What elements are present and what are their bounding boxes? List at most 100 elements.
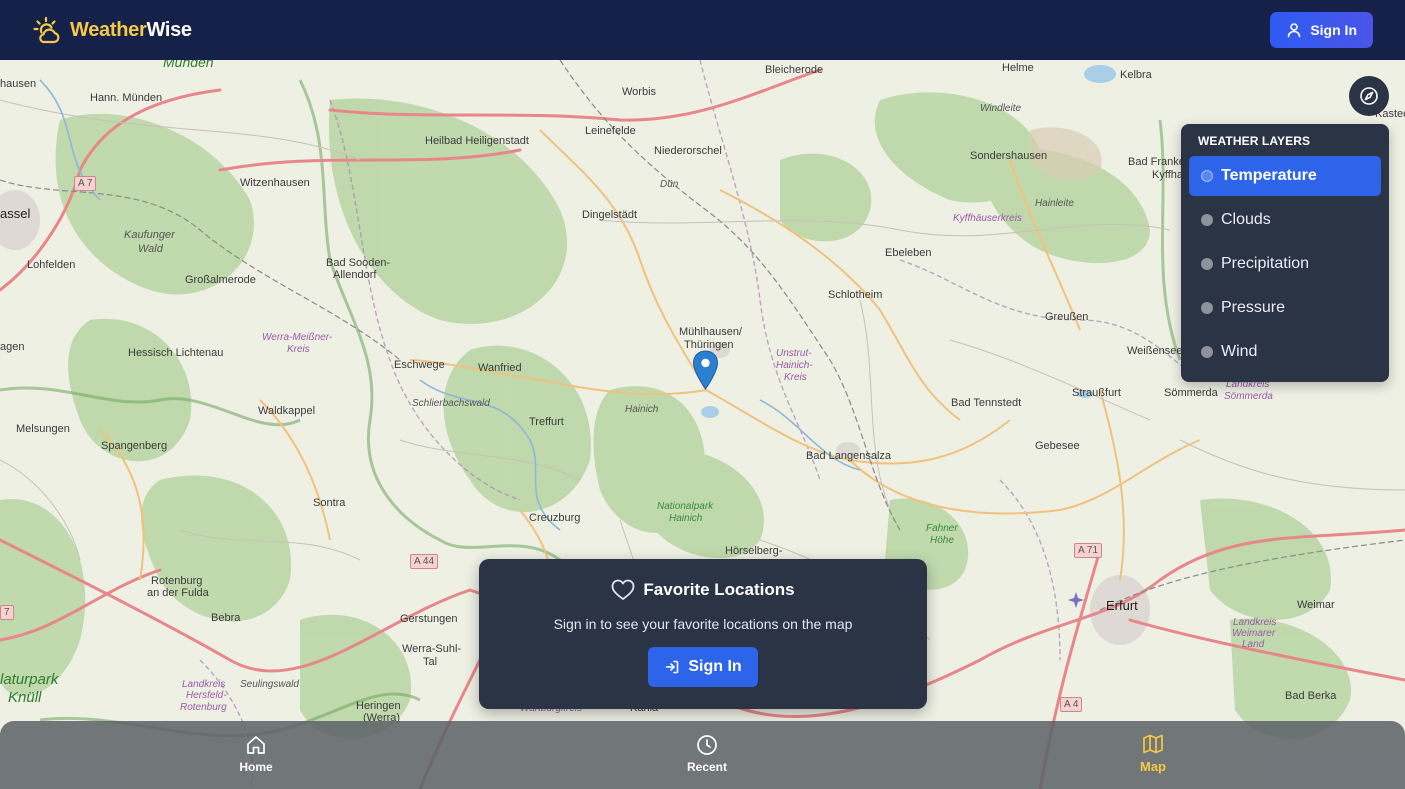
user-icon	[1288, 23, 1301, 38]
map-label: Heilbad Heiligenstadt	[425, 135, 529, 147]
map-label: Bebra	[211, 612, 241, 624]
map-label: Bleicherode	[765, 64, 824, 76]
map-label: Kyffhäuserkreis	[953, 213, 1022, 224]
map-label: Hainich	[625, 404, 659, 415]
heart-icon	[612, 579, 635, 600]
clock-icon	[697, 735, 717, 755]
map-label: Allendorf	[333, 269, 377, 281]
nav-recent-label: Recent	[686, 760, 727, 774]
map-label: Schlierbachswald	[412, 398, 490, 409]
map-label: Sondershausen	[970, 150, 1048, 162]
nav-home-label: Home	[239, 760, 273, 774]
map-label: Waldkappel	[258, 405, 316, 417]
road-badge: A 44	[410, 554, 439, 569]
map-label: Weißensee	[1127, 345, 1183, 357]
header-sign-in-button[interactable]: Sign In	[1270, 12, 1373, 48]
map-label: Bad Berka	[1285, 690, 1337, 702]
map-label: Hessisch Lichtenau	[128, 347, 224, 359]
nav-home[interactable]: Home	[236, 734, 276, 774]
map-label: Creuzburg	[529, 512, 581, 524]
map-label: Dingelstädt	[582, 209, 638, 221]
map-label: Spangenberg	[101, 440, 168, 452]
nav-map[interactable]: Map	[1133, 733, 1173, 774]
map-label: Kreis	[287, 344, 310, 355]
layer-label: Temperature	[1221, 167, 1317, 184]
road-badge: A 7	[74, 176, 97, 191]
nav-recent[interactable]: Recent	[682, 734, 732, 774]
favorite-locations-subtitle: Sign in to see your favorite locations o…	[553, 616, 853, 632]
map-label: Helme	[1002, 62, 1034, 74]
map-label: Werra-Suhl-	[402, 643, 462, 655]
compass-button[interactable]	[1349, 76, 1389, 116]
map-label: Mühlhausen/	[679, 326, 742, 338]
road-badge: 7	[0, 605, 14, 620]
favorite-locations-card: Favorite Locations Sign in to see your f…	[479, 559, 927, 709]
map-label: Lohfelden	[27, 259, 76, 271]
map-label: Witzenhausen	[240, 177, 310, 189]
map-label: Hörselberg-	[725, 545, 783, 557]
map-label: Bad Tennstedt	[951, 397, 1022, 409]
radio-dot	[1201, 346, 1213, 358]
layer-label: Precipitation	[1221, 255, 1310, 272]
map-label: agen	[0, 341, 25, 353]
map-label: Rotenburg	[180, 702, 227, 713]
road-badge: A 71	[1074, 543, 1103, 558]
map-label: Erfurt	[1106, 598, 1138, 613]
map-label: Hainleite	[1035, 198, 1074, 209]
weather-layers-title: WEATHER LAYERS	[1198, 134, 1311, 148]
map-label: Sontra	[313, 497, 346, 509]
brand[interactable]: WeatherWise	[32, 15, 192, 45]
map-label: Kaufunger	[124, 229, 175, 241]
brand-name-part2: Wise	[146, 18, 192, 41]
map-label: Hainich	[669, 513, 703, 524]
sun-cloud-logo-icon	[33, 16, 60, 44]
map-label: Knüll	[8, 689, 42, 706]
layer-option-temperature[interactable]: Temperature	[1189, 156, 1381, 196]
radio-dot	[1201, 214, 1213, 226]
map-label: Greußen	[1045, 311, 1089, 323]
layer-label: Wind	[1221, 343, 1258, 360]
map-label: hausen	[0, 78, 37, 90]
favorite-locations-title: Favorite Locations	[643, 580, 795, 599]
layer-option-clouds[interactable]: Clouds	[1189, 200, 1381, 240]
map-label: assel	[0, 206, 31, 221]
layer-option-wind[interactable]: Wind	[1189, 332, 1381, 372]
location-marker-icon[interactable]	[692, 350, 719, 390]
map-label: Sömmerda	[1224, 391, 1273, 402]
favorites-sign-in-button[interactable]: Sign In	[648, 647, 758, 687]
map-label: Kelbra	[1120, 69, 1152, 81]
map-label: Gebesee	[1035, 440, 1080, 452]
header-sign-in-label: Sign In	[1310, 22, 1357, 38]
map-label: Dün	[660, 179, 679, 190]
sign-in-icon	[666, 660, 679, 674]
map-icon	[1143, 734, 1163, 754]
map-label: Straußfurt	[1072, 387, 1121, 399]
layer-option-pressure[interactable]: Pressure	[1189, 288, 1381, 328]
map-label: Schlotheim	[828, 289, 883, 301]
map-label: Ebeleben	[885, 247, 932, 259]
layer-label: Pressure	[1221, 299, 1286, 316]
map-label: Großalmerode	[185, 274, 256, 286]
map-label: Kreis	[784, 372, 807, 383]
favorite-locations-header: Favorite Locations	[479, 559, 927, 601]
nav-map-label: Map	[1140, 759, 1166, 774]
map-label: Land	[1242, 639, 1265, 650]
home-icon	[247, 736, 265, 754]
map-label: Worbis	[622, 86, 657, 98]
map-label: Leinefelde	[585, 125, 636, 137]
radio-dot	[1201, 170, 1213, 182]
map-label: Hann. Münden	[90, 92, 163, 104]
map-label: Wanfried	[478, 362, 522, 374]
radio-dot	[1201, 258, 1213, 270]
map-label: Höhe	[930, 535, 954, 546]
map-label: Bad Franke	[1128, 156, 1185, 168]
map-label: Weimar	[1297, 599, 1335, 611]
bottom-navigation: Home Recent Map	[0, 721, 1405, 789]
map-label: Kyffha	[1152, 169, 1183, 181]
layer-option-precipitation[interactable]: Precipitation	[1189, 244, 1381, 284]
map-label: an der Fulda	[147, 587, 209, 599]
map-label: Bad Langensalza	[806, 450, 892, 462]
map-label: laturpark	[0, 671, 59, 688]
map-label: Wald	[138, 243, 163, 255]
top-app-bar: WeatherWise Sign In	[0, 0, 1405, 60]
